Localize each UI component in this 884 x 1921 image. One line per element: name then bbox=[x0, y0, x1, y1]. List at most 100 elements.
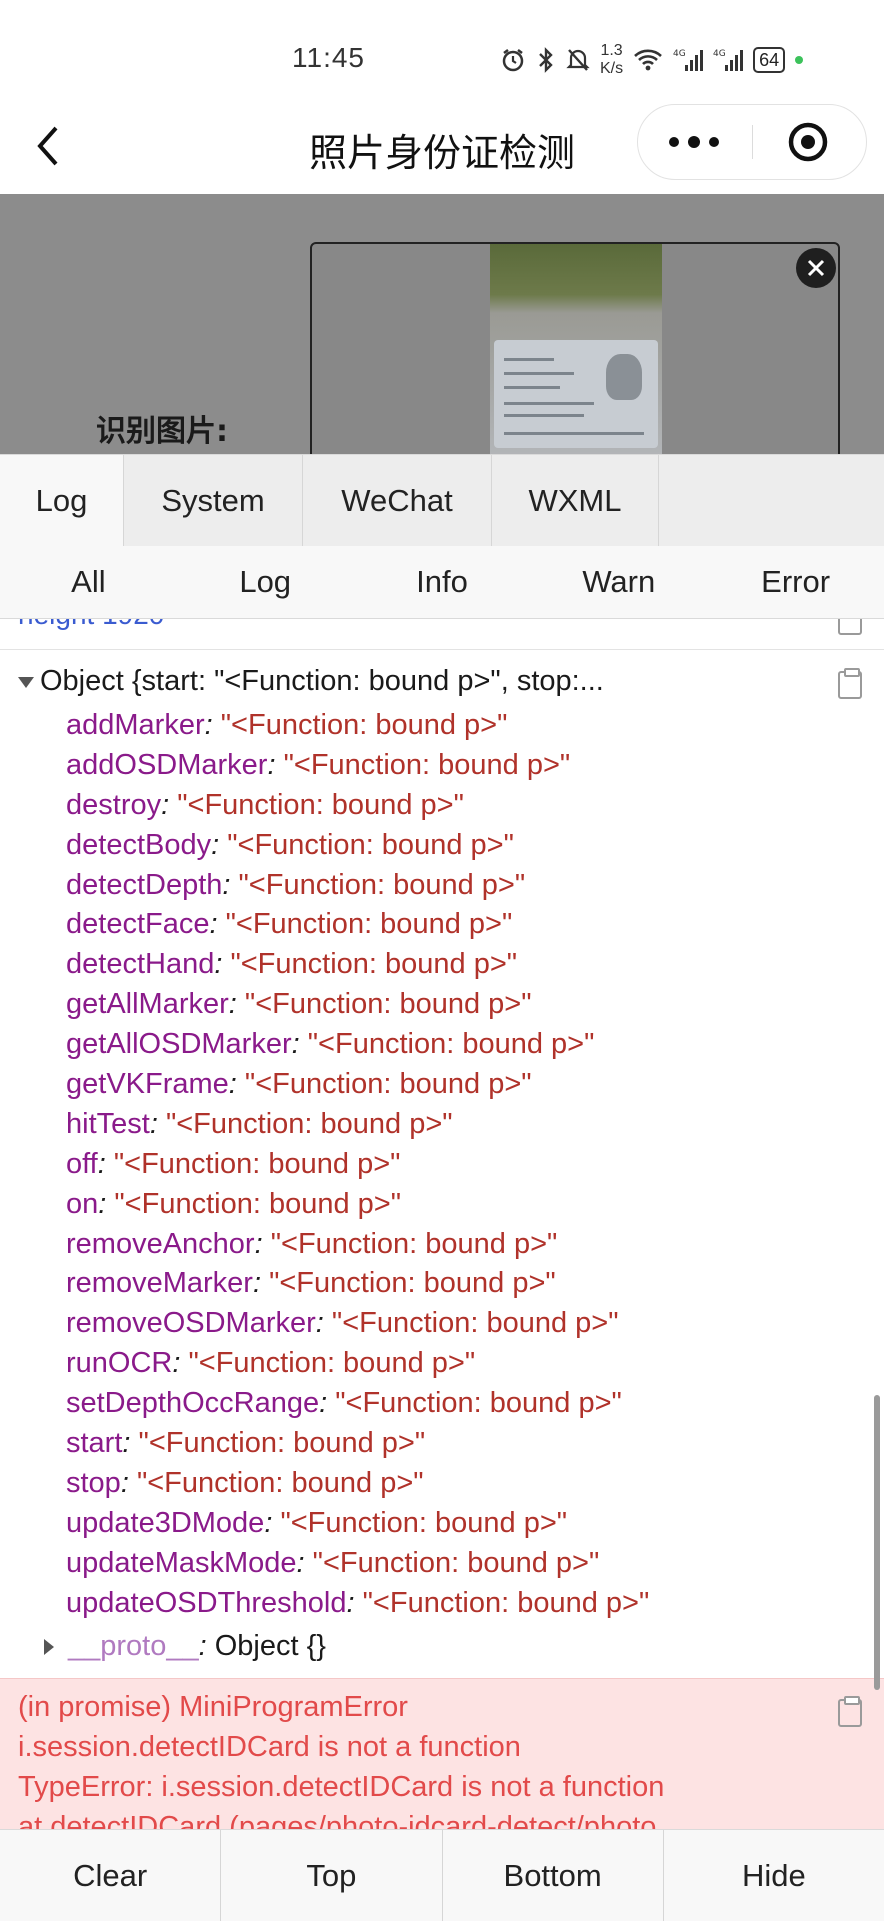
idcard-photo bbox=[490, 244, 662, 454]
vconsole-toolbar: Clear Top Bottom Hide bbox=[0, 1829, 884, 1921]
hide-button[interactable]: Hide bbox=[664, 1830, 884, 1921]
property-value: "<Function: bound p>" bbox=[227, 828, 514, 861]
wifi-icon bbox=[634, 49, 663, 71]
key-separator: : bbox=[222, 868, 239, 901]
error-line: i.session.detectIDCard is not a function bbox=[18, 1731, 521, 1763]
collapse-caret-icon bbox=[18, 676, 34, 688]
property-value: "<Function: bound p>" bbox=[220, 709, 508, 741]
key-separator: : bbox=[198, 1630, 215, 1662]
target-circle-icon bbox=[788, 122, 828, 162]
top-button[interactable]: Top bbox=[221, 1830, 443, 1921]
remove-image-button[interactable] bbox=[796, 248, 836, 288]
property-key: on bbox=[66, 1187, 99, 1220]
filter-error[interactable]: Error bbox=[707, 546, 884, 618]
property-value: "<Function: bound p>" bbox=[283, 748, 571, 781]
idcard-image bbox=[494, 340, 658, 448]
error-line: (in promise) MiniProgramError bbox=[18, 1691, 408, 1723]
log-entry-previous: height 1920 bbox=[18, 619, 164, 637]
object-property-row: start: "<Function: bound p>" bbox=[66, 1424, 649, 1464]
object-property-row: stop: "<Function: bound p>" bbox=[66, 1464, 649, 1504]
object-property-row: detectFace: "<Function: bound p>" bbox=[66, 905, 649, 945]
copy-icon[interactable] bbox=[838, 619, 862, 635]
filter-log[interactable]: Log bbox=[177, 546, 354, 618]
property-value: "<Function: bound p>" bbox=[362, 1586, 650, 1619]
property-key: detectFace bbox=[66, 908, 210, 941]
key-separator: : bbox=[214, 948, 231, 981]
vconsole-tabs: Log System WeChat WXML bbox=[0, 454, 884, 548]
copy-icon[interactable] bbox=[838, 668, 862, 699]
more-button[interactable] bbox=[664, 123, 724, 161]
key-separator: : bbox=[122, 1427, 139, 1460]
card-line bbox=[504, 414, 584, 417]
page-content: 识别图片: bbox=[0, 194, 884, 454]
object-property-row: removeAnchor: "<Function: bound p>" bbox=[66, 1225, 649, 1265]
object-property-row: removeMarker: "<Function: bound p>" bbox=[66, 1264, 649, 1304]
proto-row[interactable]: __proto__: Object {} bbox=[44, 1626, 326, 1666]
property-key: addOSDMarker bbox=[66, 748, 268, 781]
copy-icon[interactable] bbox=[838, 1696, 862, 1727]
object-property-row: addOSDMarker: "<Function: bound p>" bbox=[66, 746, 649, 786]
clear-button[interactable]: Clear bbox=[0, 1830, 222, 1921]
object-property-row: runOCR: "<Function: bound p>" bbox=[66, 1344, 649, 1384]
object-property-row: removeOSDMarker: "<Function: bound p>" bbox=[66, 1304, 649, 1344]
close-miniprogram-button[interactable] bbox=[788, 122, 828, 162]
property-value: "<Function: bound p>" bbox=[244, 988, 532, 1021]
key-separator: : bbox=[209, 908, 226, 941]
network-speed: 1.3 K/s bbox=[600, 42, 623, 78]
key-separator: : bbox=[120, 1466, 137, 1499]
key-separator: : bbox=[315, 1307, 332, 1340]
status-bar: 11:45 1.3 K/s 4G 4G 64 bbox=[0, 0, 884, 100]
object-header[interactable]: Object {start: "<Function: bound p>", st… bbox=[18, 665, 604, 698]
filter-info[interactable]: Info bbox=[354, 546, 531, 618]
status-icons: 1.3 K/s 4G 4G 64 bbox=[500, 38, 804, 82]
navigation-bar: 照片身份证检测 bbox=[0, 100, 884, 194]
property-key: detectDepth bbox=[66, 868, 223, 901]
object-property-row: getAllOSDMarker: "<Function: bound p>" bbox=[66, 1025, 649, 1065]
property-value: "<Function: bound p>" bbox=[113, 1147, 401, 1180]
property-value: "<Function: bound p>" bbox=[177, 788, 464, 821]
property-value: "<Function: bound p>" bbox=[312, 1546, 600, 1579]
property-key: start bbox=[66, 1427, 123, 1460]
filter-all[interactable]: All bbox=[0, 546, 177, 618]
bottom-button[interactable]: Bottom bbox=[443, 1830, 664, 1921]
tab-system[interactable]: System bbox=[124, 455, 303, 547]
property-value: "<Function: bound p>" bbox=[138, 1427, 426, 1460]
alarm-icon bbox=[502, 49, 524, 72]
object-property-row: setDepthOccRange: "<Function: bound p>" bbox=[66, 1384, 649, 1424]
property-key: addMarker bbox=[66, 709, 205, 741]
error-log-entry: (in promise) MiniProgramError i.session.… bbox=[0, 1678, 884, 1829]
key-separator: : bbox=[211, 828, 228, 861]
property-value: "<Function: bound p>" bbox=[238, 868, 526, 901]
property-value: "<Function: bound p>" bbox=[136, 1466, 424, 1499]
property-key: updateOSDThreshold bbox=[66, 1586, 347, 1619]
property-key: runOCR bbox=[66, 1347, 173, 1380]
key-separator: : bbox=[267, 748, 284, 781]
property-value: "<Function: bound p>" bbox=[280, 1506, 568, 1539]
object-property-row: addMarker: "<Function: bound p>" bbox=[66, 706, 649, 746]
log-scrollbar[interactable] bbox=[874, 1395, 880, 1690]
proto-key: __proto__ bbox=[68, 1630, 199, 1662]
property-key: off bbox=[66, 1147, 98, 1180]
card-line bbox=[504, 432, 644, 435]
filter-warn[interactable]: Warn bbox=[530, 546, 707, 618]
tab-wechat[interactable]: WeChat bbox=[303, 455, 492, 547]
object-property-row: detectBody: "<Function: bound p>" bbox=[66, 826, 649, 866]
key-separator: : bbox=[228, 1068, 245, 1101]
property-value: "<Function: bound p>" bbox=[331, 1307, 619, 1340]
image-preview bbox=[310, 242, 840, 454]
property-value: "<Function: bound p>" bbox=[188, 1347, 476, 1380]
property-value: "<Function: bound p>" bbox=[269, 1267, 556, 1300]
tab-wxml[interactable]: WXML bbox=[492, 455, 659, 547]
log-panel[interactable]: height 1920 Object {start: "<Function: b… bbox=[0, 619, 884, 1829]
key-separator: : bbox=[296, 1546, 313, 1579]
key-separator: : bbox=[252, 1267, 270, 1300]
object-property-row: updateMaskMode: "<Function: bound p>" bbox=[66, 1544, 649, 1584]
key-separator: : bbox=[172, 1347, 189, 1380]
menu-capsule bbox=[637, 104, 867, 180]
card-portrait bbox=[606, 354, 642, 400]
property-value: "<Function: bound p>" bbox=[335, 1387, 622, 1420]
object-property-row: update3DMode: "<Function: bound p>" bbox=[66, 1504, 649, 1544]
property-value: "<Function: bound p>" bbox=[165, 1107, 453, 1140]
tab-log[interactable]: Log bbox=[0, 455, 124, 547]
battery-icon: 64 bbox=[753, 47, 786, 73]
